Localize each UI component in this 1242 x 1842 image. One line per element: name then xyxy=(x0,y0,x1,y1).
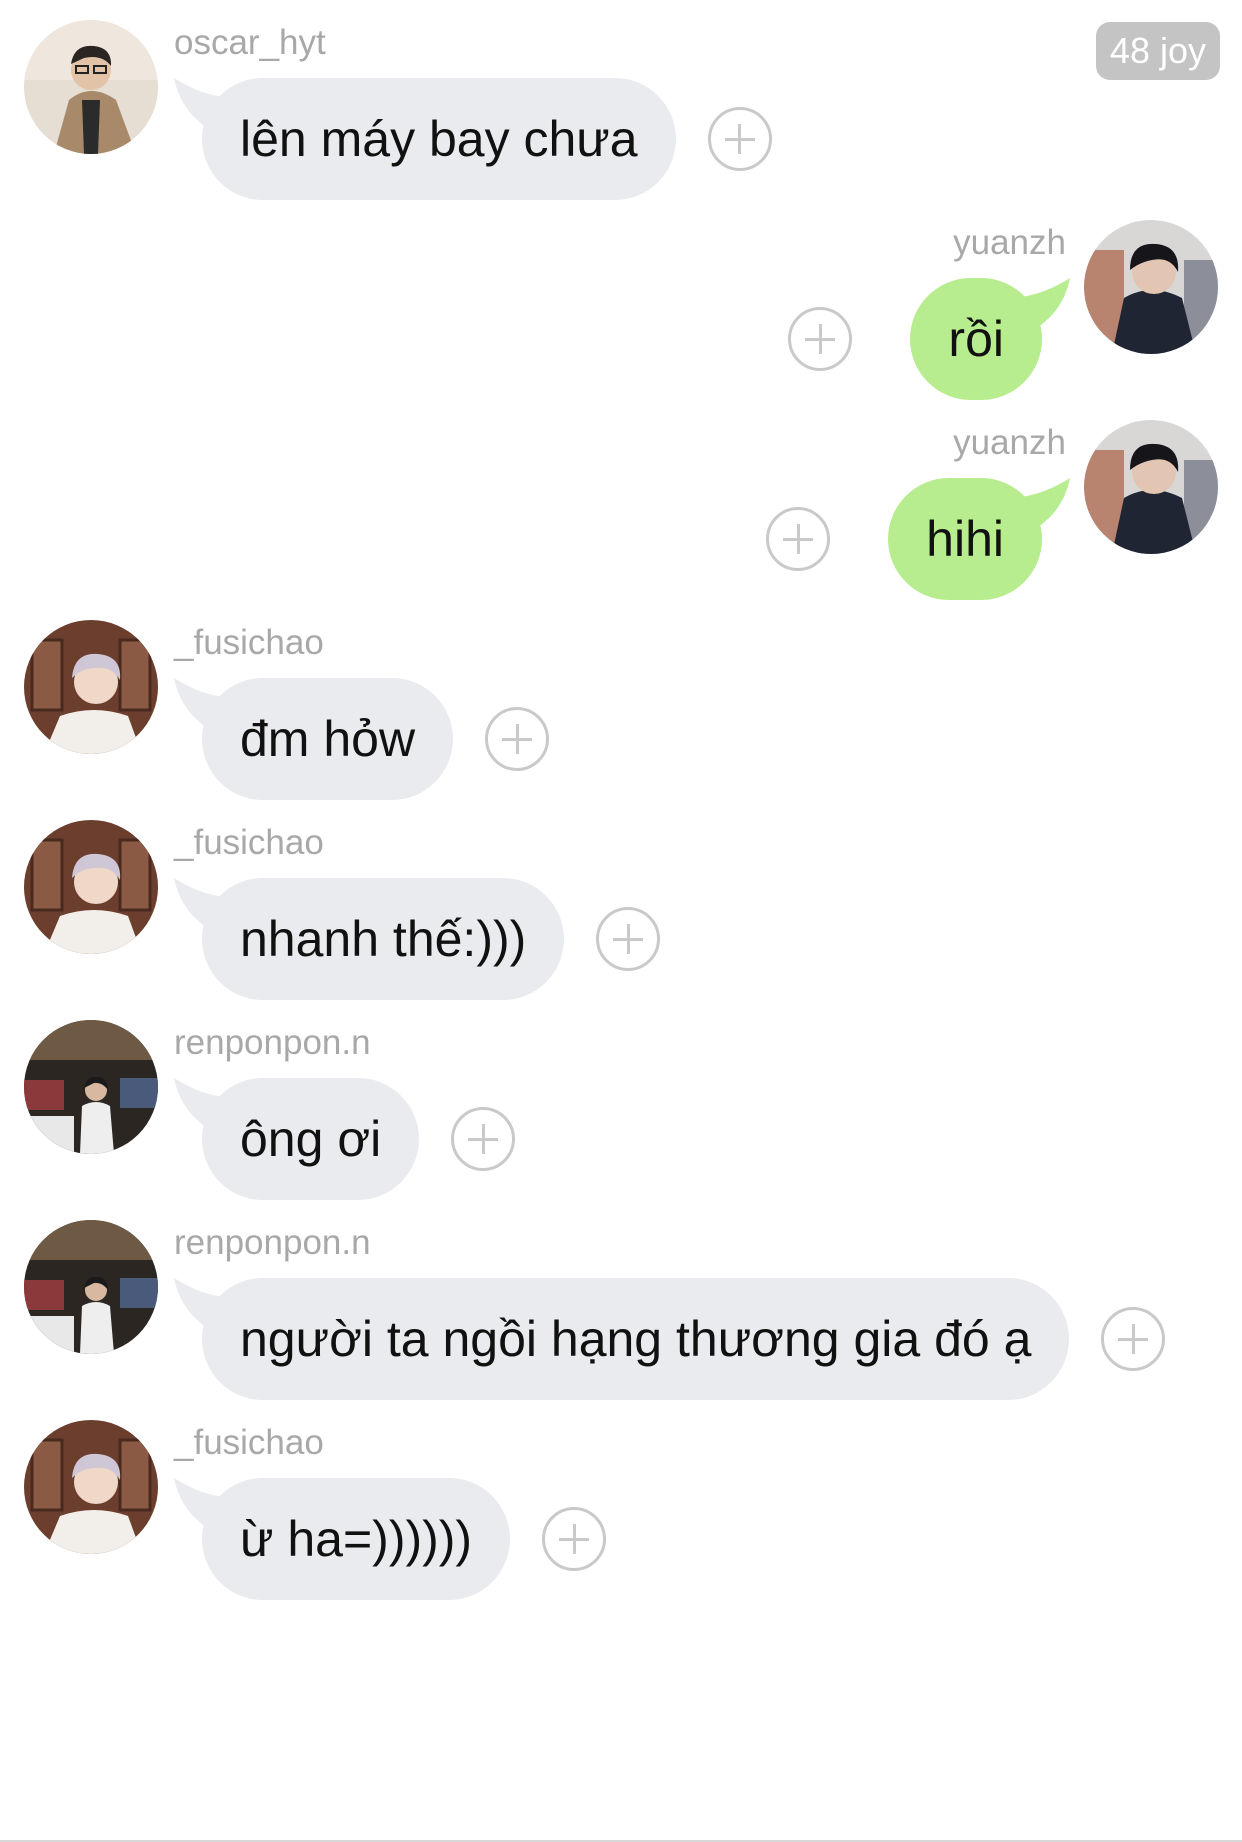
message-text: hihi xyxy=(926,511,1004,567)
message-bubble[interactable]: rồi xyxy=(910,278,1070,400)
bubble-tail xyxy=(1012,478,1070,536)
username-label: _fusichao xyxy=(174,623,324,662)
username-label: _fusichao xyxy=(174,1423,324,1462)
message-text: rồi xyxy=(948,311,1004,367)
plus-circle-icon[interactable] xyxy=(542,1507,607,1571)
bubble-tail xyxy=(174,1478,232,1536)
avatar-photo xyxy=(24,1420,158,1554)
avatar[interactable] xyxy=(24,1020,158,1154)
bubble-tail xyxy=(174,1078,232,1136)
message-row: renponpon.n người ta ngồi hạng thương gia… xyxy=(0,1200,1242,1400)
plus-circle-icon[interactable] xyxy=(596,907,661,971)
plus-circle-icon[interactable] xyxy=(1101,1307,1166,1371)
bubble-tail xyxy=(1012,278,1070,336)
bubble-tail xyxy=(174,1278,232,1336)
bubble-tail xyxy=(174,878,232,936)
message-row: yuanzh hihi xyxy=(0,400,1242,600)
username-label: yuanzh xyxy=(953,423,1066,462)
avatar[interactable] xyxy=(24,620,158,754)
avatar-photo xyxy=(1084,420,1218,554)
username-label: renponpon.n xyxy=(174,1023,371,1062)
avatar[interactable] xyxy=(1084,220,1218,354)
username-label: renponpon.n xyxy=(174,1223,371,1262)
message-bubble[interactable]: ừ ha=)))))) xyxy=(174,1478,511,1600)
message-row: _fusichaonhanh thế:))) xyxy=(0,800,1242,1000)
username-label: oscar_hyt xyxy=(174,23,326,62)
message-bubble[interactable]: nhanh thế:))) xyxy=(174,878,565,1000)
chat-view: 48 joy oscar_hyt lên máy bay chưa yuanzh r… xyxy=(0,0,1242,1842)
avatar[interactable] xyxy=(24,1220,158,1354)
message-text: người ta ngồi hạng thương gia đó ạ xyxy=(240,1311,1032,1367)
message-bubble[interactable]: người ta ngồi hạng thương gia đó ạ xyxy=(174,1278,1070,1400)
plus-circle-icon[interactable] xyxy=(485,707,550,771)
message-bubble[interactable]: lên máy bay chưa xyxy=(174,78,676,200)
bubble-row: ông ơi xyxy=(174,1078,516,1200)
message-row: _fusichao đm hỏw xyxy=(0,600,1242,800)
avatar[interactable] xyxy=(24,20,158,154)
message-row: oscar_hyt lên máy bay chưa xyxy=(0,0,1242,200)
message-bubble[interactable]: ông ơi xyxy=(174,1078,420,1200)
username-label: _fusichao xyxy=(174,823,324,862)
bubble-row: rồi xyxy=(788,278,1070,400)
message-text: ông ơi xyxy=(240,1111,382,1167)
avatar-photo xyxy=(24,820,158,954)
avatar[interactable] xyxy=(1084,420,1218,554)
bubble-row: đm hỏw xyxy=(174,678,550,800)
bubble-row: lên máy bay chưa xyxy=(174,78,772,200)
avatar-photo xyxy=(24,620,158,754)
plus-circle-icon[interactable] xyxy=(707,107,772,171)
bubble-row: ừ ha=)))))) xyxy=(174,1478,607,1600)
avatar-photo xyxy=(24,20,158,154)
bubble-tail xyxy=(174,678,232,736)
avatar[interactable] xyxy=(24,820,158,954)
message-bubble[interactable]: hihi xyxy=(888,478,1070,600)
bubble-row: người ta ngồi hạng thương gia đó ạ xyxy=(174,1278,1166,1400)
bubble-tail xyxy=(174,78,232,136)
message-bubble[interactable]: đm hỏw xyxy=(174,678,454,800)
bubble-row: hihi xyxy=(766,478,1070,600)
message-text: lên máy bay chưa xyxy=(240,111,638,167)
message-row: yuanzh rồi xyxy=(0,200,1242,400)
message-text: nhanh thế:))) xyxy=(240,911,527,967)
message-text: đm hỏw xyxy=(240,711,416,767)
avatar-photo xyxy=(24,1220,158,1354)
username-label: yuanzh xyxy=(953,223,1066,262)
avatar-photo xyxy=(1084,220,1218,354)
avatar[interactable] xyxy=(24,1420,158,1554)
bubble-row: nhanh thế:))) xyxy=(174,878,661,1000)
avatar-photo xyxy=(24,1020,158,1154)
plus-circle-icon[interactable] xyxy=(451,1107,516,1171)
plus-circle-icon[interactable] xyxy=(766,507,831,571)
message-row: _fusichao ừ ha=)))))) xyxy=(0,1400,1242,1600)
message-text: ừ ha=)))))) xyxy=(240,1511,473,1567)
message-row: renponpon.n ông ơi xyxy=(0,1000,1242,1200)
plus-circle-icon[interactable] xyxy=(788,307,853,371)
